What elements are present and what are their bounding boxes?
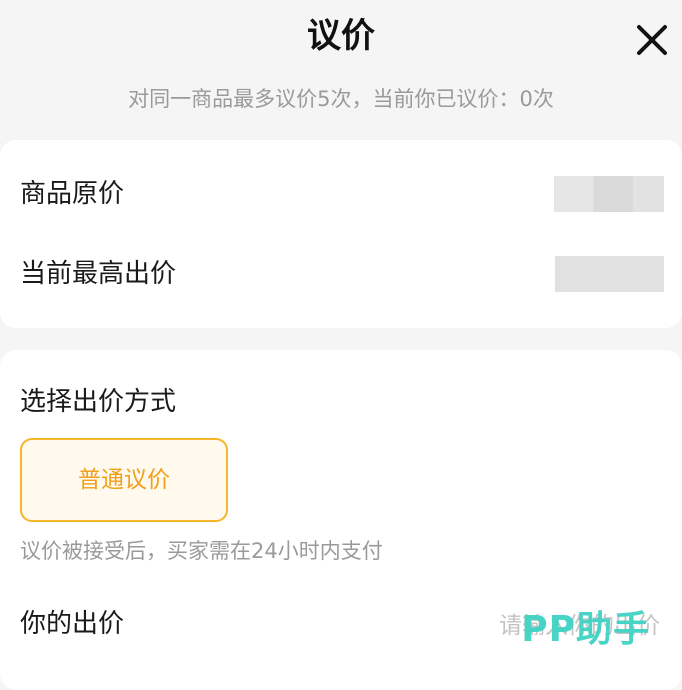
price-info-card: 商品原价 当前最高出价 (0, 140, 682, 328)
watermark-logo: PP助手 (521, 609, 650, 650)
close-button[interactable] (630, 18, 674, 62)
original-price-label: 商品原价 (20, 179, 125, 209)
normal-bargain-option[interactable]: 普通议价 (20, 438, 228, 522)
payment-note: 议价被接受后，买家需在24小时内支付 (20, 539, 383, 563)
bid-method-label: 选择出价方式 (20, 387, 177, 417)
page-title: 议价 (307, 16, 375, 56)
original-price-value-masked (554, 176, 664, 212)
bargain-limit-note: 对同一商品最多议价5次，当前你已议价：0次 (128, 87, 554, 111)
highest-bid-value-masked (555, 256, 664, 292)
dialog-header: 议价 (0, 0, 682, 76)
highest-bid-label: 当前最高出价 (20, 259, 177, 289)
close-icon (637, 25, 667, 55)
your-bid-label: 你的出价 (20, 609, 125, 639)
